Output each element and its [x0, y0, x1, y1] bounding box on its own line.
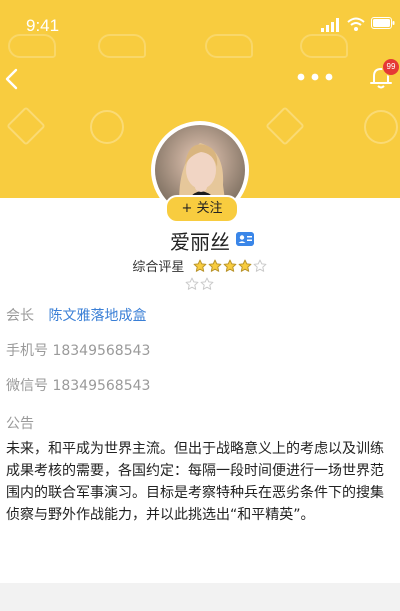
president-label: 会长 — [6, 308, 34, 324]
decor-diamond — [6, 106, 46, 146]
signal-icon — [321, 18, 339, 32]
follow-button-label: + 关注 — [181, 201, 223, 216]
star-filled-icon — [208, 259, 222, 272]
decor-circle — [90, 110, 124, 144]
rating-stars — [193, 259, 268, 277]
star-empty-icon — [253, 259, 267, 272]
rating-label: 综合评星 — [132, 260, 185, 275]
notice-text: 未来，和平成为世界主流。但出于战略意义上的考虑以及训练成果考核的需要，各国约定：… — [6, 441, 384, 523]
rating-row: 综合评星 — [0, 256, 400, 277]
bottom-bar — [0, 583, 400, 611]
decor-diamond — [265, 106, 305, 146]
wifi-icon — [347, 17, 365, 31]
verified-id-icon — [236, 232, 254, 246]
phone-label: 手机号 — [6, 343, 48, 359]
star-filled-icon — [238, 259, 252, 272]
battery-icon — [371, 17, 395, 29]
wechat-label: 微信号 — [6, 378, 48, 394]
rating-stars-secondary — [185, 276, 215, 295]
star-empty-icon — [185, 277, 199, 290]
president-row: 会长 陈文雅落地成盒 — [6, 305, 146, 325]
profile-name-row: 爱丽丝 — [0, 226, 400, 255]
president-link[interactable]: 陈文雅落地成盒 — [48, 308, 146, 324]
follow-button[interactable]: + 关注 — [165, 195, 239, 223]
profile-name: 爱丽丝 — [170, 230, 230, 254]
star-filled-icon — [223, 259, 237, 272]
decor-circle — [364, 110, 398, 144]
notice-label: 公告 — [6, 416, 34, 432]
more-icon[interactable] — [296, 70, 334, 84]
notification-badge: 99 — [382, 58, 400, 76]
phone-row: 手机号 18349568543 — [6, 340, 150, 360]
status-time: 9:41 — [26, 16, 60, 35]
phone-value: 18349568543 — [52, 343, 151, 359]
wechat-value: 18349568543 — [52, 378, 151, 394]
star-empty-icon — [200, 277, 214, 290]
star-filled-icon — [193, 259, 207, 272]
wechat-row: 微信号 18349568543 — [6, 375, 150, 395]
status-bar: 9:41 — [0, 0, 400, 44]
back-icon[interactable] — [4, 68, 20, 90]
